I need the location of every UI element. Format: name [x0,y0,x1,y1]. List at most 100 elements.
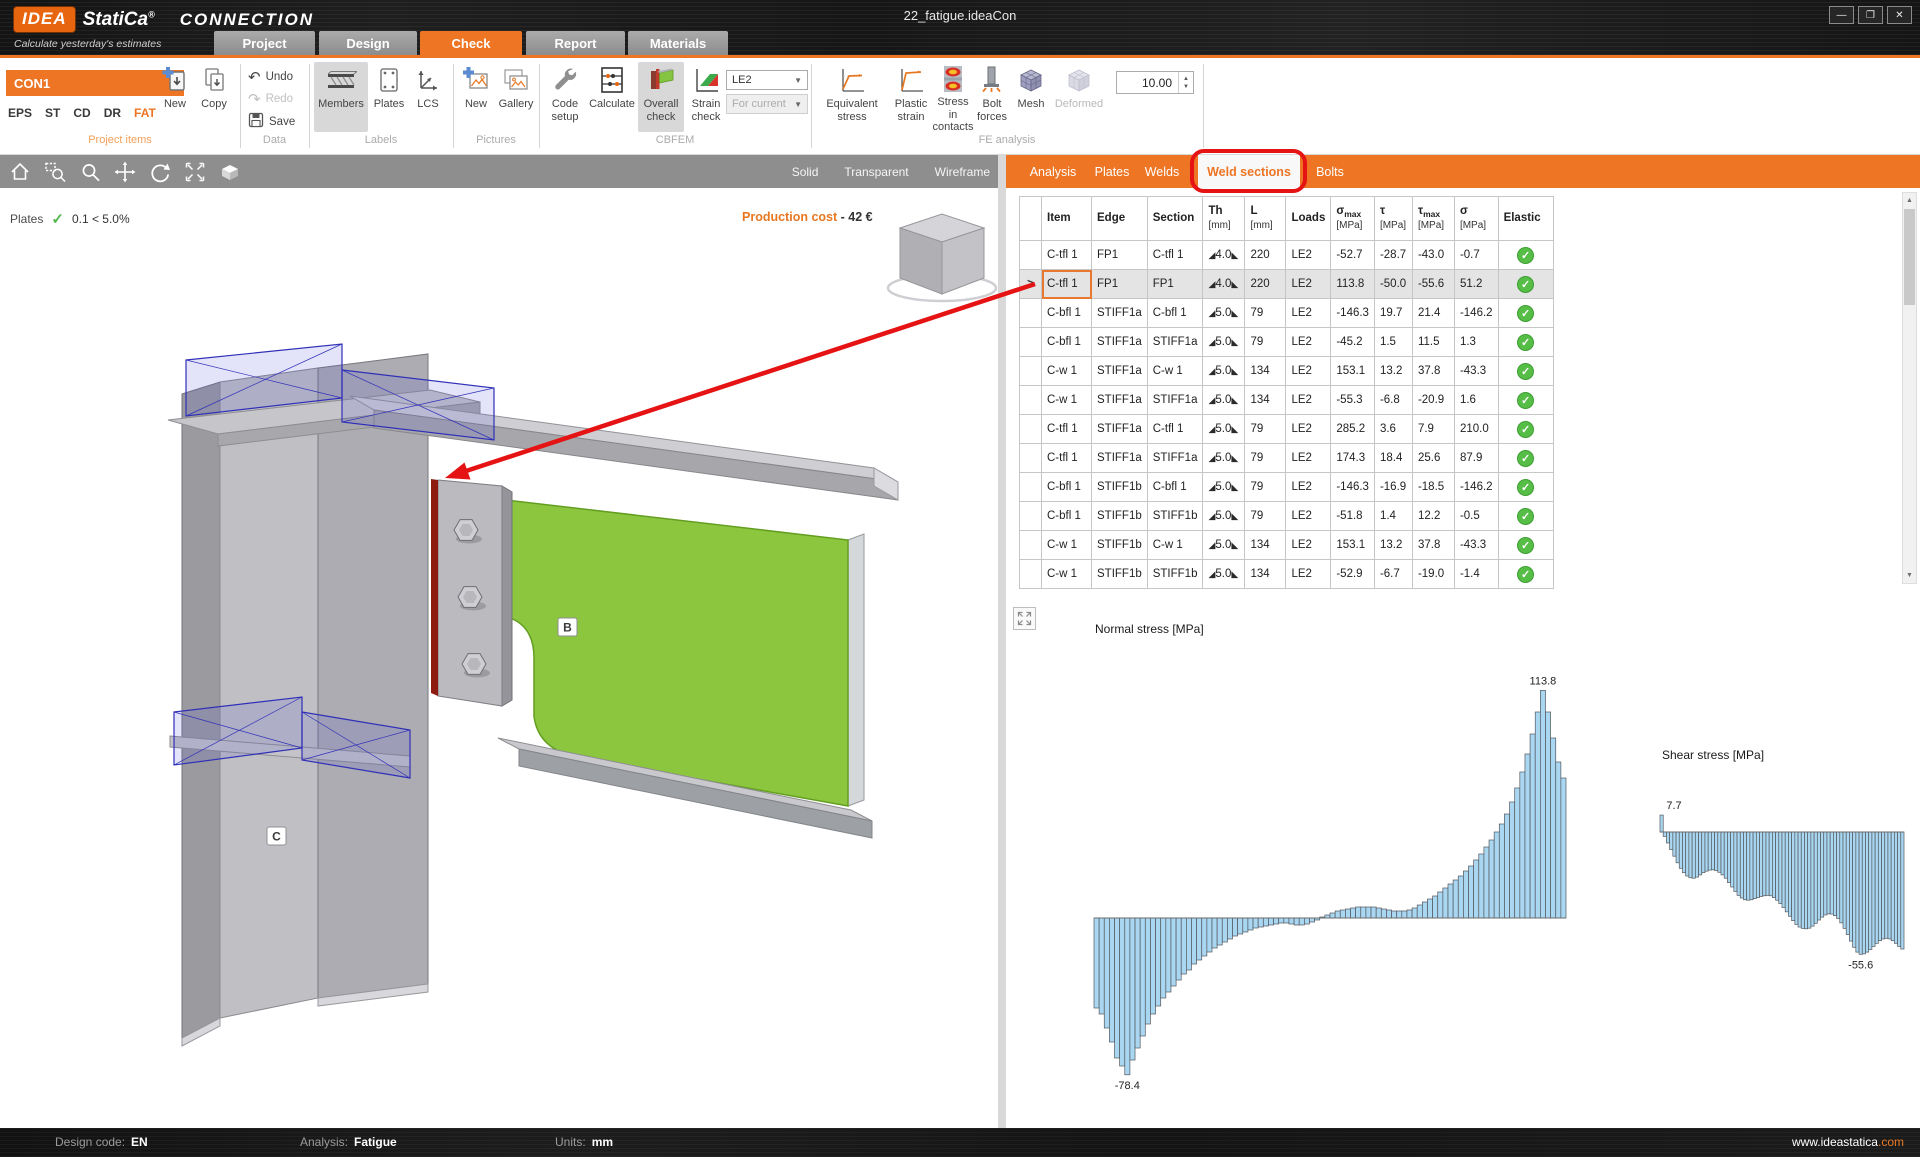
strain-check-button[interactable]: Strain check [685,62,727,132]
table-cell[interactable]: -0.7 [1453,240,1499,270]
table-cell[interactable]: C-bfl 1 [1041,327,1092,357]
tab-weld-sections[interactable]: Weld sections [1198,155,1300,188]
close-button[interactable]: ✕ [1887,6,1912,24]
solid-view-icon[interactable] [215,159,245,185]
maximize-button[interactable]: ❐ [1858,6,1883,24]
table-cell[interactable]: -6.7 [1373,559,1413,589]
table-cell[interactable] [1019,414,1042,444]
table-cell[interactable]: 79 [1244,414,1287,444]
table-cell[interactable]: ✓ [1497,356,1554,386]
table-cell[interactable]: LE2 [1285,385,1332,415]
table-cell[interactable]: 3.6 [1373,414,1413,444]
deformed-scale-stepper[interactable]: 10.00 ▲ ▼ [1116,71,1194,94]
table-cell[interactable]: -146.2 [1453,472,1499,502]
bolt-forces-button[interactable]: Bolt forces [973,62,1011,132]
table-cell[interactable] [1019,327,1042,357]
table-row[interactable]: C-bfl 1 STIFF1a C-bfl 1 ◢5.0◣ 79 LE2 -146.3 19.… [1019,298,1554,328]
load-effect-select[interactable]: LE2 ▼ [726,70,808,90]
table-cell[interactable]: STIFF1b [1091,501,1148,531]
table-cell[interactable]: LE2 [1285,472,1332,502]
zoom-fit-icon[interactable] [180,159,210,185]
tab-analysis[interactable]: Analysis [1020,155,1086,188]
table-cell[interactable]: C-w 1 [1041,559,1092,589]
table-cell[interactable]: C-w 1 [1146,356,1204,386]
table-cell[interactable]: ◢4.0◣ [1202,240,1246,270]
table-cell[interactable]: 153.1 [1330,356,1375,386]
new-item-button[interactable]: New [156,62,194,111]
stress-in-contacts-button[interactable]: Stress in contacts [933,62,973,133]
table-cell[interactable]: ✓ [1497,530,1554,560]
table-cell[interactable]: STIFF1a [1091,385,1148,415]
expand-charts-button[interactable] [1013,607,1036,630]
table-cell[interactable]: C-w 1 [1041,385,1092,415]
table-cell[interactable]: LE2 [1285,559,1332,589]
table-cell[interactable]: STIFF1a [1091,414,1148,444]
save-button[interactable]: Save [248,112,295,131]
mesh-button[interactable]: Mesh [1012,62,1050,132]
table-cell[interactable]: ◢5.0◣ [1202,559,1246,589]
col-header-Loads[interactable]: Loads [1285,196,1332,241]
table-cell[interactable]: C-w 1 [1041,356,1092,386]
table-cell[interactable]: 134 [1244,559,1287,589]
table-cell[interactable]: C-bfl 1 [1041,298,1092,328]
table-row[interactable]: C-tfl 1 FP1 C-tfl 1 ◢4.0◣ 220 LE2 -52.7 -28.7 -4… [1019,240,1554,270]
table-cell[interactable] [1019,559,1042,589]
table-cell[interactable]: ◢5.0◣ [1202,414,1246,444]
rotate-icon[interactable] [145,159,175,185]
table-cell[interactable]: ✓ [1497,559,1554,589]
table-cell[interactable]: ✓ [1497,240,1554,270]
view-mode-wireframe[interactable]: Wireframe [935,165,990,179]
col-header-Th[interactable]: Th [mm] [1202,196,1246,241]
table-cell[interactable]: 79 [1244,443,1287,473]
table-cell[interactable]: ◢4.0◣ [1202,269,1246,299]
col-header-Section[interactable]: Section [1146,196,1204,241]
table-cell[interactable]: 87.9 [1453,443,1499,473]
table-cell[interactable] [1019,356,1042,386]
col-header-Elastic[interactable]: Elastic [1497,196,1554,241]
table-cell[interactable]: LE2 [1285,530,1332,560]
table-cell[interactable]: -6.8 [1373,385,1413,415]
table-cell[interactable]: 1.6 [1453,385,1499,415]
table-cell[interactable]: 12.2 [1411,501,1455,531]
ribbon-tab-check[interactable]: Check [420,31,522,55]
weld-seam[interactable] [431,479,438,696]
table-cell[interactable]: LE2 [1285,298,1332,328]
table-cell[interactable]: STIFF1a [1146,327,1204,357]
table-cell[interactable]: C-tfl 1 [1146,414,1204,444]
table-row[interactable]: C-bfl 1 STIFF1a STIFF1a ◢5.0◣ 79 LE2 -45.2 1.5 1… [1019,327,1554,357]
table-cell[interactable]: C-bfl 1 [1146,298,1204,328]
table-cell[interactable]: 79 [1244,327,1287,357]
table-cell[interactable]: 220 [1244,240,1287,270]
table-cell[interactable]: 174.3 [1330,443,1375,473]
table-cell[interactable]: -20.9 [1411,385,1455,415]
table-cell[interactable]: ◢5.0◣ [1202,443,1246,473]
table-cell[interactable]: 11.5 [1411,327,1455,357]
table-cell[interactable]: STIFF1b [1091,559,1148,589]
zoom-icon[interactable] [75,159,105,185]
view-mode-solid[interactable]: Solid [792,165,819,179]
minimize-button[interactable]: — [1829,6,1854,24]
table-cell[interactable] [1019,443,1042,473]
col-header-Item[interactable]: Item [1041,196,1092,241]
zoom-window-icon[interactable] [40,159,70,185]
table-cell[interactable]: C-w 1 [1041,530,1092,560]
mode-eps[interactable]: EPS [8,106,32,120]
table-cell[interactable]: LE2 [1285,327,1332,357]
table-cell[interactable]: -146.2 [1453,298,1499,328]
plastic-strain-button[interactable]: Plastic strain [889,62,933,132]
equivalent-stress-button[interactable]: Equivalent stress [816,62,888,132]
col-header-marker[interactable] [1019,196,1042,241]
ribbon-tab-report[interactable]: Report [526,31,625,55]
table-row[interactable]: C-w 1 STIFF1a C-w 1 ◢5.0◣ 134 LE2 153.1 13.2 37.… [1019,356,1554,386]
table-cell[interactable]: C-bfl 1 [1146,472,1204,502]
table-cell[interactable]: ◢5.0◣ [1202,530,1246,560]
table-cell[interactable] [1019,501,1042,531]
table-cell[interactable]: 79 [1244,472,1287,502]
table-cell[interactable]: -43.3 [1453,530,1499,560]
table-cell[interactable]: C-tfl 1 [1146,240,1204,270]
table-cell[interactable]: STIFF1a [1091,298,1148,328]
website-link[interactable]: www.ideastatica.com [1792,1128,1904,1157]
ribbon-tab-materials[interactable]: Materials [628,31,728,55]
table-row[interactable]: > C-tfl 1 FP1 FP1 ◢4.0◣ 220 LE2 113.8 -50.0 -55.6… [1019,269,1554,299]
table-cell[interactable]: 18.4 [1373,443,1413,473]
